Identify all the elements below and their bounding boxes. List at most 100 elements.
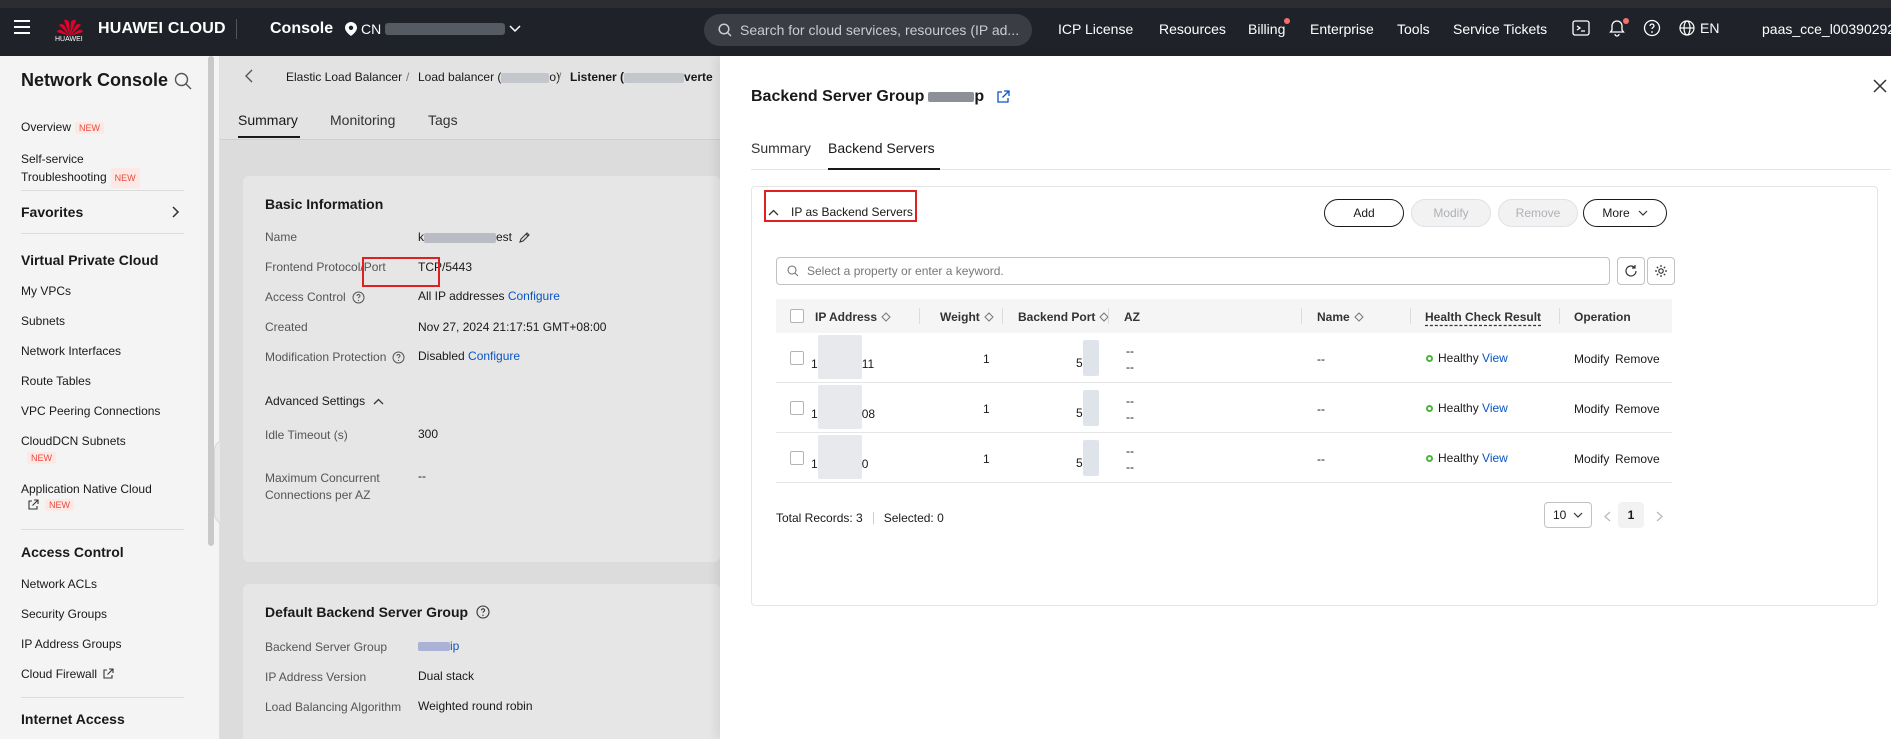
default-backend-group-card: Default Backend Server Group Backend Ser… (243, 584, 720, 739)
page-number-current[interactable]: 1 (1618, 502, 1644, 528)
sidebar-heading-access-control: Access Control (21, 544, 124, 560)
column-name[interactable]: Name (1317, 310, 1364, 324)
sidebar-item-label: Cloud Firewall (21, 667, 98, 681)
more-button[interactable]: More (1583, 199, 1667, 227)
nav-tools[interactable]: Tools (1397, 21, 1430, 37)
column-label: Backend Port (1018, 310, 1096, 324)
modify-button[interactable]: Modify (1411, 199, 1491, 227)
help-icon[interactable] (352, 291, 365, 304)
tab-backend-servers[interactable]: Backend Servers (828, 140, 935, 156)
sidebar-item-network-interfaces[interactable]: Network Interfaces (21, 344, 121, 358)
nav-icp-license[interactable]: ICP License (1058, 21, 1133, 37)
remove-button[interactable]: Remove (1498, 199, 1578, 227)
card-title: Basic Information (265, 196, 384, 212)
tab-summary[interactable]: Summary (751, 140, 811, 156)
view-link[interactable]: View (1482, 401, 1508, 415)
sidebar-item-my-vpcs[interactable]: My VPCs (21, 284, 71, 298)
sidebar-item-app-native-cloud[interactable]: Application Native Cloud NEW (21, 482, 152, 511)
edit-icon[interactable] (518, 231, 531, 244)
new-badge: NEW (27, 451, 56, 464)
nav-enterprise[interactable]: Enterprise (1310, 21, 1374, 37)
tab-monitoring[interactable]: Monitoring (330, 112, 395, 128)
view-link[interactable]: View (1482, 351, 1508, 365)
nav-resources[interactable]: Resources (1159, 21, 1226, 37)
row-remove-link[interactable]: Remove (1615, 402, 1660, 416)
column-az: AZ (1124, 310, 1140, 324)
sidebar-item-overview[interactable]: Overview NEW (21, 120, 105, 134)
breadcrumb-elb[interactable]: Elastic Load Balancer (286, 70, 402, 84)
sidebar-item-self-service[interactable]: Self-service Troubleshooting NEW (21, 150, 140, 188)
help-icon[interactable] (392, 351, 405, 364)
help-icon[interactable] (1643, 19, 1661, 37)
external-link-icon[interactable] (996, 90, 1010, 104)
sidebar-item-security-groups[interactable]: Security Groups (21, 607, 107, 621)
select-all-checkbox[interactable] (790, 309, 804, 323)
chevron-left-icon[interactable] (1604, 511, 1611, 522)
page-size-select[interactable]: 10 (1544, 502, 1592, 528)
configure-link[interactable]: Configure (508, 289, 560, 303)
advanced-settings-toggle[interactable]: Advanced Settings (265, 394, 384, 408)
breadcrumb-listener-suffix: verte (684, 70, 713, 84)
filter-search-input[interactable]: Select a property or enter a keyword. (776, 257, 1610, 285)
advanced-settings-label: Advanced Settings (265, 394, 366, 408)
nav-service-tickets[interactable]: Service Tickets (1453, 21, 1547, 37)
menu-icon[interactable] (14, 20, 30, 34)
cell-name: -- (1317, 352, 1325, 366)
value-backend-server-group[interactable]: ip (418, 639, 459, 653)
card-title: Default Backend Server Group (265, 604, 490, 620)
breadcrumb-load-balancer[interactable]: Load balancer (o) (418, 70, 560, 84)
terminal-icon[interactable] (1572, 19, 1590, 37)
brand-name[interactable]: HUAWEI CLOUD (98, 20, 226, 38)
sidebar-item-vpc-peering[interactable]: VPC Peering Connections (21, 404, 160, 418)
close-icon[interactable] (1872, 78, 1888, 94)
configure-link[interactable]: Configure (468, 349, 520, 363)
sidebar-item-label: Overview (21, 120, 72, 134)
divider (21, 190, 184, 191)
column-weight[interactable]: Weight (940, 310, 994, 324)
add-button[interactable]: Add (1324, 199, 1404, 227)
console-link[interactable]: Console (270, 20, 333, 38)
sidebar-item-cloud-firewall[interactable]: Cloud Firewall (21, 667, 114, 681)
help-icon[interactable] (476, 605, 490, 619)
row-modify-link[interactable]: Modify (1574, 452, 1609, 466)
language-selector[interactable]: EN (1679, 20, 1719, 36)
label-ip-version: IP Address Version (265, 670, 367, 684)
sidebar-item-ip-address-groups[interactable]: IP Address Groups (21, 637, 122, 651)
back-icon[interactable] (245, 69, 253, 83)
row-checkbox[interactable] (790, 451, 804, 465)
row-remove-link[interactable]: Remove (1615, 352, 1660, 366)
sort-icon (1353, 312, 1364, 322)
nav-billing[interactable]: Billing (1248, 21, 1285, 37)
cell-az: -- -- (1126, 443, 1134, 475)
region-selector[interactable]: CN (345, 21, 521, 37)
gear-icon (1655, 265, 1667, 277)
breadcrumb-separator: / (558, 70, 562, 84)
tab-summary[interactable]: Summary (238, 112, 298, 128)
search-icon (787, 265, 799, 277)
search-icon[interactable] (174, 72, 192, 90)
global-search[interactable]: Search for cloud services, resources (IP… (704, 14, 1032, 46)
sidebar-item-clouddcn[interactable]: CloudDCN Subnets NEW (21, 434, 126, 464)
refresh-button[interactable] (1617, 257, 1645, 285)
row-checkbox[interactable] (790, 401, 804, 415)
row-checkbox[interactable] (790, 351, 804, 365)
cell-az: -- -- (1126, 393, 1134, 425)
row-modify-link[interactable]: Modify (1574, 352, 1609, 366)
row-modify-link[interactable]: Modify (1574, 402, 1609, 416)
view-link[interactable]: View (1482, 451, 1508, 465)
chevron-right-icon[interactable] (1656, 511, 1663, 522)
column-backend-port[interactable]: Backend Port (1018, 310, 1110, 324)
sidebar-item-route-tables[interactable]: Route Tables (21, 374, 91, 388)
tab-tags[interactable]: Tags (428, 112, 458, 128)
redacted-text (501, 72, 550, 83)
column-ip-address[interactable]: IP Address (815, 310, 891, 324)
row-remove-link[interactable]: Remove (1615, 452, 1660, 466)
column-health-check[interactable]: Health Check Result (1425, 310, 1541, 324)
value-modification: Disabled Configure (418, 349, 520, 363)
settings-button[interactable] (1647, 257, 1675, 285)
user-account[interactable]: paas_cce_l00390292 (1762, 21, 1891, 37)
sidebar-item-subnets[interactable]: Subnets (21, 314, 65, 328)
chevron-right-icon[interactable] (172, 206, 180, 218)
sidebar-item-network-acls[interactable]: Network ACLs (21, 577, 97, 591)
sidebar-favorites[interactable]: Favorites (21, 204, 83, 220)
